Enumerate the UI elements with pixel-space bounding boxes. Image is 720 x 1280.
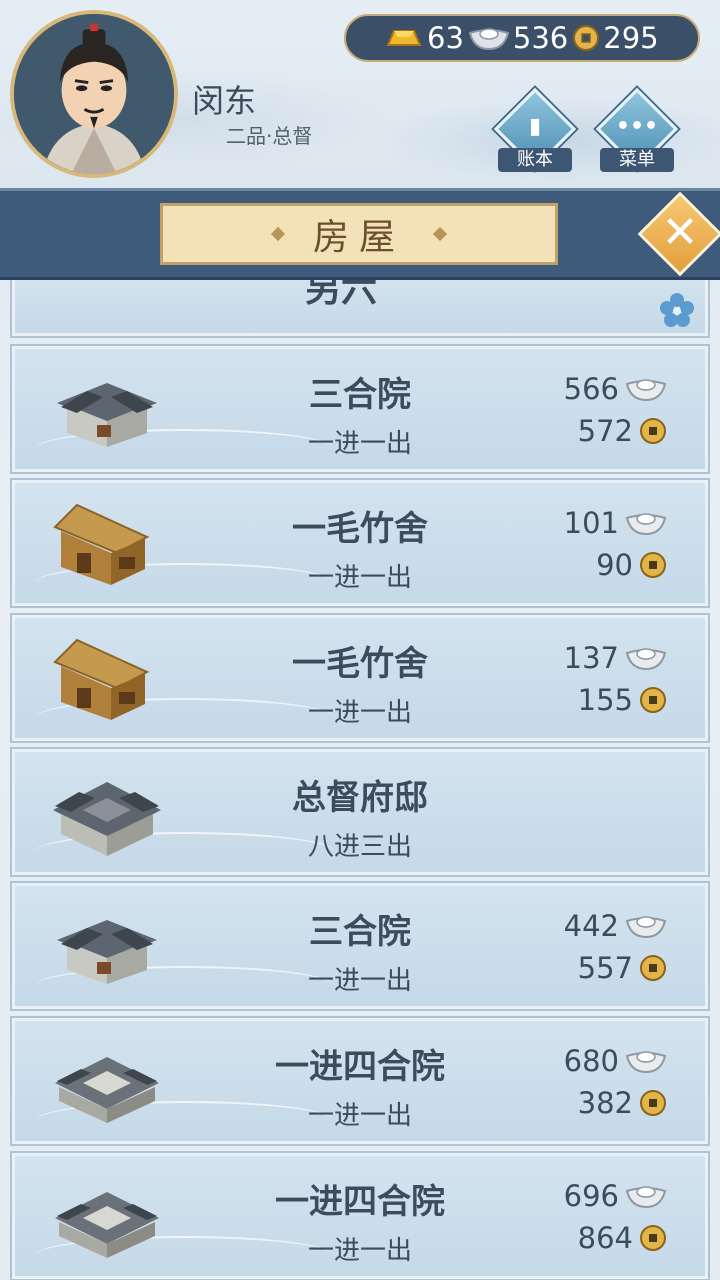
silver-price: 566 bbox=[564, 369, 667, 409]
house-name: 一进四合院 bbox=[275, 1047, 445, 1087]
coin-price-value: 557 bbox=[577, 951, 633, 985]
player-avatar[interactable] bbox=[10, 10, 178, 178]
house-layout: 八进三出 bbox=[307, 832, 412, 862]
copper-coin-icon bbox=[640, 418, 666, 444]
silver-ingot-icon bbox=[468, 28, 510, 51]
silver-ingot-icon bbox=[625, 916, 667, 939]
house-layout: 一进一出 bbox=[307, 698, 412, 728]
gold-amount: 63 bbox=[427, 21, 464, 55]
house-layout: 一进一出 bbox=[307, 429, 412, 459]
house-name: 一进四合院 bbox=[275, 1182, 445, 1222]
bamboo-hut-icon bbox=[53, 638, 150, 720]
silver-ingot-icon bbox=[625, 648, 667, 671]
coin-price-value: 90 bbox=[596, 548, 633, 582]
coin-price: 557 bbox=[578, 948, 667, 988]
silver-price-value: 566 bbox=[563, 372, 619, 406]
menu-button[interactable]: ••• 菜单 bbox=[595, 87, 679, 176]
house-layout: 一进一出 bbox=[307, 966, 412, 996]
more-dots-icon: ••• bbox=[615, 114, 659, 139]
house-name: 三合院 bbox=[309, 375, 411, 415]
list-item[interactable]: 一进四合院 一进一出 696 864 bbox=[10, 1151, 710, 1280]
list-item[interactable]: 三合院 一进一出 566 572 bbox=[10, 344, 710, 474]
flower-icon bbox=[660, 293, 694, 327]
silver-amount: 536 bbox=[512, 21, 569, 55]
silver-ingot-icon bbox=[625, 379, 667, 402]
list-item[interactable]: 总督府邸 八进三出 bbox=[10, 747, 710, 877]
coin-price: 90 bbox=[596, 545, 667, 585]
coin-price-value: 864 bbox=[577, 1221, 633, 1255]
siheyuan-icon bbox=[55, 1192, 159, 1258]
copper-coin-icon bbox=[640, 552, 666, 578]
silver-ingot-icon bbox=[625, 1186, 667, 1209]
silver-price: 137 bbox=[564, 638, 667, 678]
silver-price: 442 bbox=[564, 906, 667, 946]
copper-coin-icon bbox=[640, 1090, 666, 1116]
silver-currency: 536 bbox=[468, 21, 568, 55]
ledger-book-icon: ▮ bbox=[528, 114, 542, 139]
coin-price: 572 bbox=[578, 411, 667, 451]
siheyuan-icon bbox=[55, 1057, 159, 1123]
silver-ingot-icon bbox=[625, 513, 667, 536]
copper-coin-icon bbox=[640, 955, 666, 981]
coin-price: 155 bbox=[578, 680, 667, 720]
coin-price-value: 382 bbox=[577, 1086, 633, 1120]
silver-ingot-icon bbox=[625, 1051, 667, 1074]
list-item[interactable]: 一毛竹舍 一进一出 101 90 bbox=[10, 478, 710, 608]
page-title: 房屋 bbox=[312, 217, 405, 258]
coin-currency: 295 bbox=[572, 21, 659, 55]
silver-price-value: 101 bbox=[563, 506, 619, 540]
title-plaque: 房屋 bbox=[160, 203, 558, 265]
copper-coin-icon bbox=[573, 25, 600, 51]
plaque-ornament-left bbox=[270, 226, 286, 242]
list-item[interactable]: 一毛竹舍 一进一出 137 155 bbox=[10, 613, 710, 743]
silver-price: 696 bbox=[564, 1176, 667, 1216]
title-banner: 房屋 bbox=[0, 188, 720, 280]
house-layout: 一进一出 bbox=[307, 563, 412, 593]
gold-bar-icon bbox=[386, 30, 422, 46]
house-list[interactable]: 另六 三合院 一进一出 566 572 一毛竹舍 一进一出 101 90 一毛竹… bbox=[0, 280, 720, 1280]
gold-currency: 63 bbox=[384, 21, 464, 55]
list-item[interactable]: 三合院 一进一出 442 557 bbox=[10, 881, 710, 1011]
silver-price-value: 696 bbox=[563, 1179, 619, 1213]
partial-item-name: 另六 bbox=[305, 280, 378, 310]
ledger-label: 账本 bbox=[498, 148, 572, 172]
silver-price-value: 442 bbox=[563, 909, 619, 943]
bamboo-hut-icon bbox=[53, 503, 150, 585]
house-name: 总督府邸 bbox=[292, 778, 428, 818]
coin-price: 382 bbox=[578, 1083, 667, 1123]
silver-price: 680 bbox=[564, 1041, 667, 1081]
player-name: 闵东 bbox=[192, 82, 257, 120]
house-layout: 一进一出 bbox=[307, 1101, 412, 1131]
currency-bar: 63 536 295 bbox=[344, 14, 700, 62]
coin-price-value: 572 bbox=[577, 414, 633, 448]
silver-price: 101 bbox=[564, 503, 667, 543]
house-name: 一毛竹舍 bbox=[292, 644, 428, 684]
house-name: 一毛竹舍 bbox=[292, 509, 428, 549]
silver-price-value: 680 bbox=[563, 1044, 619, 1078]
official-portrait-icon bbox=[14, 14, 174, 174]
house-layout: 一进一出 bbox=[307, 1236, 412, 1266]
courtyard-house-icon bbox=[57, 920, 157, 984]
silver-price-value: 137 bbox=[563, 641, 619, 675]
list-item-partial[interactable]: 另六 bbox=[10, 280, 710, 338]
copper-coin-icon bbox=[640, 1225, 666, 1251]
copper-coin-icon bbox=[640, 687, 666, 713]
plaque-ornament-right bbox=[432, 226, 448, 242]
close-icon: ✕ bbox=[661, 207, 699, 258]
player-rank: 二品·总督 bbox=[226, 124, 313, 148]
courtyard-house-icon bbox=[57, 383, 157, 447]
coin-price-value: 155 bbox=[577, 683, 633, 717]
list-item[interactable]: 一进四合院 一进一出 680 382 bbox=[10, 1016, 710, 1146]
mansion-icon bbox=[53, 782, 161, 856]
coin-amount: 295 bbox=[603, 21, 659, 55]
house-name: 三合院 bbox=[309, 912, 411, 952]
coin-price: 864 bbox=[578, 1218, 667, 1258]
menu-label: 菜单 bbox=[600, 148, 674, 172]
ledger-button[interactable]: ▮ 账本 bbox=[493, 87, 577, 176]
